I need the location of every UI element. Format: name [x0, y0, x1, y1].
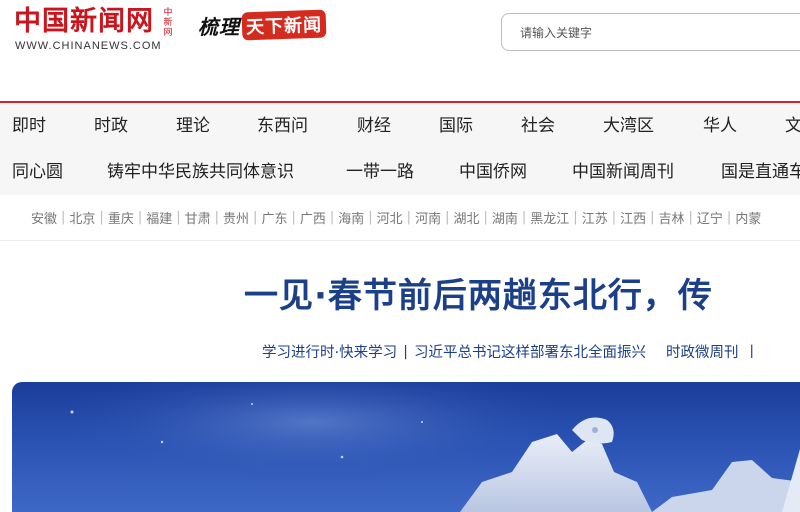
region-separator: | — [291, 210, 296, 225]
slogan-text: 梳理 — [198, 14, 240, 39]
region-link[interactable]: 湖南 — [492, 208, 518, 227]
region-link[interactable]: 广东 — [261, 208, 287, 227]
region-link[interactable]: 福建 — [146, 208, 172, 227]
nav-item-wen[interactable]: 文 — [785, 103, 800, 150]
region-separator: | — [445, 210, 450, 225]
region-separator: | — [368, 210, 373, 225]
slogan-badge: 天下新闻 — [241, 9, 327, 41]
nav-item-dongxiwen[interactable]: 东西问 — [257, 103, 308, 150]
search-input[interactable] — [520, 23, 790, 43]
region-separator: | — [99, 210, 104, 225]
nav-item-zhoukan[interactable]: 中国新闻周刊 — [572, 150, 674, 195]
region-separator: | — [726, 210, 732, 225]
region-separator: | — [137, 210, 143, 225]
region-link[interactable]: 辽宁 — [697, 208, 723, 227]
primary-nav: 即时 时政 理论 东西问 财经 国际 社会 大湾区 华人 文 — [0, 103, 800, 150]
region-bar: 安徽 | 北京 | 重庆 | 福建 | 甘肃 | 贵州 | 广东 | 广西 | 海南 | 河北 | … — [0, 195, 800, 241]
nav-item-shehui[interactable]: 社会 — [521, 103, 555, 150]
nav-item-zhulao[interactable]: 铸牢中华民族共同体意识 — [107, 150, 294, 195]
region-link[interactable]: 重庆 — [108, 208, 134, 227]
region-separator: | — [406, 210, 412, 225]
region-link[interactable]: 湖北 — [453, 208, 479, 227]
nav-item-tongxinyuan[interactable]: 同心圆 — [12, 150, 63, 195]
region-link[interactable]: 甘肃 — [185, 208, 211, 227]
nav-item-lilun[interactable]: 理论 — [176, 103, 210, 150]
region-separator: | — [214, 210, 220, 225]
region-separator: | — [573, 210, 578, 225]
nav-item-yidaiyilu[interactable]: 一带一路 — [346, 150, 414, 195]
region-link[interactable]: 黑龙江 — [530, 208, 569, 227]
slogan: 梳理 天下新闻 — [198, 9, 327, 41]
ice-sculpture-photo-icon — [52, 382, 800, 512]
region-separator: | — [611, 210, 617, 225]
nav-item-qiaowang[interactable]: 中国侨网 — [459, 150, 527, 195]
region-link[interactable]: 贵州 — [223, 208, 249, 227]
nav-item-guoji[interactable]: 国际 — [439, 103, 473, 150]
logo-chinese-text: 中国新闻网 — [14, 6, 154, 37]
region-link[interactable]: 江苏 — [582, 208, 608, 227]
sublink-separator-trailing: 丨 — [744, 345, 760, 361]
region-link[interactable]: 江西 — [620, 208, 646, 227]
region-separator: | — [650, 210, 655, 225]
region-link[interactable]: 河北 — [377, 208, 403, 227]
region-link[interactable]: 河南 — [415, 208, 441, 227]
headline-title[interactable]: 一见·春节前后两趟东北行，传 — [244, 272, 713, 320]
nav-item-huaren[interactable]: 华人 — [703, 103, 737, 150]
region-separator: | — [521, 210, 527, 225]
site-header: 中国新闻网 中新网 WWW.CHINANEWS.COM 梳理 天下新闻 — [0, 0, 800, 102]
region-separator: | — [483, 210, 488, 225]
secondary-nav: 同心圆 铸牢中华民族共同体意识 一带一路 中国侨网 中国新闻周刊 国是直通车 — [0, 150, 800, 195]
sublink-weizhoukan[interactable]: 时政微周刊 — [666, 341, 739, 362]
hero-image[interactable] — [12, 382, 800, 512]
nav-item-dawanqu[interactable]: 大湾区 — [603, 103, 654, 150]
sublink-dongbei[interactable]: 习近平总书记这样部署东北全面振兴 — [414, 341, 646, 362]
search-box[interactable] — [501, 13, 800, 51]
headline-sublinks: 学习进行时·快来学习 | 习近平总书记这样部署东北全面振兴 时政微周刊 丨 — [262, 341, 765, 362]
region-link[interactable]: 海南 — [338, 208, 364, 227]
region-separator: | — [688, 210, 693, 225]
region-link[interactable]: 吉林 — [659, 208, 685, 227]
region-link[interactable]: 安徽 — [31, 208, 57, 227]
nav-item-jishi[interactable]: 即时 — [12, 103, 46, 150]
region-separator: | — [329, 210, 335, 225]
sublink-xuexi[interactable]: 学习进行时·快来学习 — [262, 341, 397, 362]
nav-item-caijing[interactable]: 财经 — [357, 103, 391, 150]
region-separator: | — [61, 210, 66, 225]
logo-english-text: WWW.CHINANEWS.COM — [15, 40, 162, 52]
nav-item-shizheng[interactable]: 时政 — [94, 103, 128, 150]
nav-item-zhitongche[interactable]: 国是直通车 — [721, 150, 800, 195]
region-link[interactable]: 内蒙 — [735, 208, 761, 227]
logo-vertical-text: 中新网 — [163, 8, 173, 38]
region-link[interactable]: 北京 — [69, 208, 95, 227]
region-separator: | — [176, 210, 181, 225]
site-logo[interactable]: 中国新闻网 中新网 WWW.CHINANEWS.COM — [14, 6, 174, 56]
sublink-separator: | — [403, 343, 408, 360]
region-link[interactable]: 广西 — [300, 208, 326, 227]
region-separator: | — [253, 210, 258, 225]
